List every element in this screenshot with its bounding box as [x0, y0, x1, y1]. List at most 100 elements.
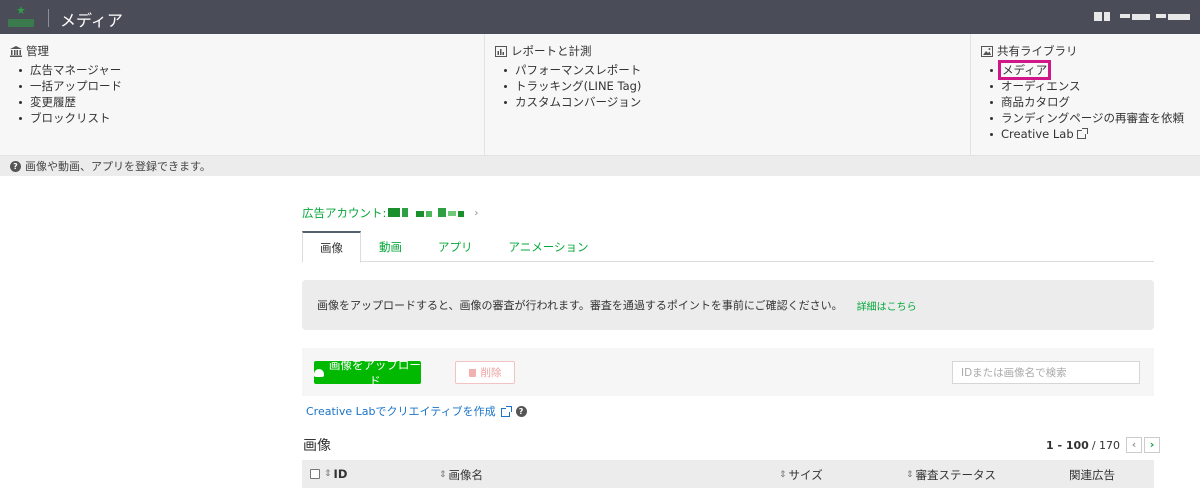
menu-item-media[interactable]: メディア — [981, 60, 1200, 80]
info-strip: ? 画像や動画、アプリを登録できます。 — [0, 156, 1200, 176]
select-all-checkbox[interactable] — [310, 469, 320, 479]
menu-item-label: パフォーマンスレポート — [515, 63, 642, 77]
chevron-right-icon: › — [474, 207, 479, 219]
tab-apps[interactable]: アプリ — [424, 231, 487, 262]
menu-item-label: 一括アップロード — [30, 79, 122, 93]
column-id[interactable]: ⇕ ID — [310, 467, 347, 481]
menu-section-title: 共有ライブラリ — [997, 44, 1078, 58]
section-title: 画像 — [303, 438, 331, 454]
global-menu-panel: 管理 広告マネージャー 一括アップロード 変更履歴 ブロックリスト レポートと計… — [0, 34, 1200, 156]
column-header-label: 審査ステータス — [915, 468, 997, 482]
menu-item-label: ブロックリスト — [30, 111, 111, 125]
column-header-label: 関連広告 — [1069, 468, 1115, 482]
column-header-label: 画像名 — [448, 468, 484, 482]
media-toolbar: 画像をアップロード 削除 — [302, 348, 1154, 396]
external-link-icon — [1076, 128, 1088, 139]
top-bar: メディア — [0, 0, 1200, 34]
user-name-redacted — [1156, 14, 1166, 18]
creative-lab-link[interactable]: Creative Labでクリエイティブを作成 — [306, 403, 496, 419]
sort-icon: ⇕ — [324, 469, 332, 479]
menu-section-management: 管理 広告マネージャー 一括アップロード 変更履歴 ブロックリスト — [0, 34, 485, 156]
user-account-menu[interactable] — [1094, 12, 1190, 22]
pagination-range: 1 - 100 — [1046, 438, 1089, 452]
user-name-redacted — [1132, 14, 1150, 20]
menu-list: パフォーマンスレポート トラッキング(LINE Tag) カスタムコンバージョン — [495, 62, 970, 110]
review-notice: 画像をアップロードすると、画像の審査が行われます。審査を通過するポイントを事前に… — [302, 280, 1154, 330]
menu-item-label: トラッキング(LINE Tag) — [515, 79, 642, 93]
menu-section-title: 管理 — [26, 44, 49, 58]
help-icon[interactable]: ? — [515, 405, 527, 417]
column-review-status[interactable]: ⇕ 審査ステータス — [906, 467, 996, 483]
menu-section-header: レポートと計測 — [495, 44, 970, 58]
menu-item-label: カスタムコンバージョン — [515, 95, 642, 109]
menu-item-label: メディア — [997, 60, 1052, 80]
chevron-left-icon[interactable]: ‹ — [1126, 437, 1143, 453]
menu-item-label: Creative Lab — [1001, 127, 1074, 141]
column-header-label: ID — [333, 467, 348, 481]
cloud-upload-icon — [314, 368, 324, 377]
menu-list: メディア オーディエンス 商品カタログ ランディングページの再審査を依頼 Cre… — [981, 60, 1200, 142]
menu-item-label: ランディングページの再審査を依頼 — [1001, 111, 1184, 125]
menu-item-ad-manager[interactable]: 広告マネージャー — [10, 62, 484, 78]
upload-image-button[interactable]: 画像をアップロード — [314, 358, 421, 388]
line-logo-icon — [17, 6, 25, 14]
notice-details-link[interactable]: 詳細はこちら — [857, 298, 917, 313]
page-title: メディア — [60, 11, 123, 30]
menu-item-label: 広告マネージャー — [30, 63, 122, 77]
pagination: 1 - 100 / 170 ‹ › — [1046, 437, 1161, 453]
menu-item-change-history[interactable]: 変更履歴 — [10, 94, 484, 110]
menu-item-bulk-upload[interactable]: 一括アップロード — [10, 78, 484, 94]
user-name-redacted — [1168, 14, 1190, 20]
menu-section-reports: レポートと計測 パフォーマンスレポート トラッキング(LINE Tag) カスタ… — [485, 34, 971, 156]
menu-list: 広告マネージャー 一括アップロード 変更履歴 ブロックリスト — [10, 62, 484, 126]
menu-item-label: 変更履歴 — [30, 95, 76, 109]
menu-item-creative-lab[interactable]: Creative Lab — [981, 126, 1200, 142]
upload-button-label: 画像をアップロード — [328, 357, 421, 388]
info-text: 画像や動画、アプリを登録できます。 — [25, 160, 211, 173]
pagination-total: / 170 — [1091, 438, 1121, 452]
sort-icon: ⇕ — [779, 470, 787, 480]
column-header-label: サイズ — [788, 468, 823, 482]
chevron-right-icon[interactable]: › — [1144, 437, 1161, 453]
delete-button[interactable]: 削除 — [455, 361, 515, 384]
menu-section-header: 共有ライブラリ — [981, 44, 1200, 58]
breadcrumb: 広告アカウント: › — [302, 205, 478, 221]
sort-icon: ⇕ — [439, 470, 447, 480]
user-name-redacted — [1104, 12, 1110, 21]
notice-text: 画像をアップロードすると、画像の審査が行われます。審査を通過するポイントを事前に… — [317, 299, 843, 312]
tab-images[interactable]: 画像 — [302, 231, 361, 263]
line-logo[interactable] — [8, 5, 34, 29]
menu-item-product-catalog[interactable]: 商品カタログ — [981, 94, 1200, 110]
external-link-icon — [500, 405, 512, 417]
user-avatar — [1094, 12, 1102, 21]
line-logo-wordmark — [8, 19, 34, 27]
menu-item-landing-page-review[interactable]: ランディングページの再審査を依頼 — [981, 110, 1200, 126]
menu-item-label: 商品カタログ — [1001, 95, 1070, 109]
media-type-tabs: 画像 動画 アプリ アニメーション — [302, 231, 1154, 263]
trash-icon — [468, 368, 476, 377]
tab-videos[interactable]: 動画 — [365, 231, 416, 262]
menu-item-custom-conversion[interactable]: カスタムコンバージョン — [495, 94, 970, 110]
user-name-redacted — [1120, 14, 1130, 18]
menu-section-shared-library: 共有ライブラリ メディア オーディエンス 商品カタログ ランディングページの再審… — [971, 34, 1200, 156]
menu-item-audience[interactable]: オーディエンス — [981, 78, 1200, 94]
menu-item-tracking[interactable]: トラッキング(LINE Tag) — [495, 78, 970, 94]
creative-lab-link-row: Creative Labでクリエイティブを作成 ? — [306, 403, 527, 419]
account-name-redacted[interactable] — [388, 208, 466, 218]
column-size[interactable]: ⇕ サイズ — [779, 467, 823, 483]
menu-item-block-list[interactable]: ブロックリスト — [10, 110, 484, 126]
breadcrumb-account-label[interactable]: 広告アカウント: — [302, 205, 386, 221]
menu-section-title: レポートと計測 — [511, 44, 592, 58]
sort-icon: ⇕ — [906, 470, 914, 480]
menu-section-header: 管理 — [10, 44, 484, 58]
bar-chart-icon — [495, 45, 507, 57]
topbar-divider — [48, 9, 49, 27]
menu-item-performance-report[interactable]: パフォーマンスレポート — [495, 62, 970, 78]
tab-animations[interactable]: アニメーション — [495, 231, 603, 262]
help-icon: ? — [10, 160, 21, 172]
column-image-name[interactable]: ⇕ 画像名 — [439, 467, 483, 483]
search-input[interactable] — [952, 361, 1140, 384]
menu-item-label: オーディエンス — [1001, 79, 1081, 93]
bank-icon — [10, 45, 22, 57]
image-icon — [981, 45, 993, 57]
